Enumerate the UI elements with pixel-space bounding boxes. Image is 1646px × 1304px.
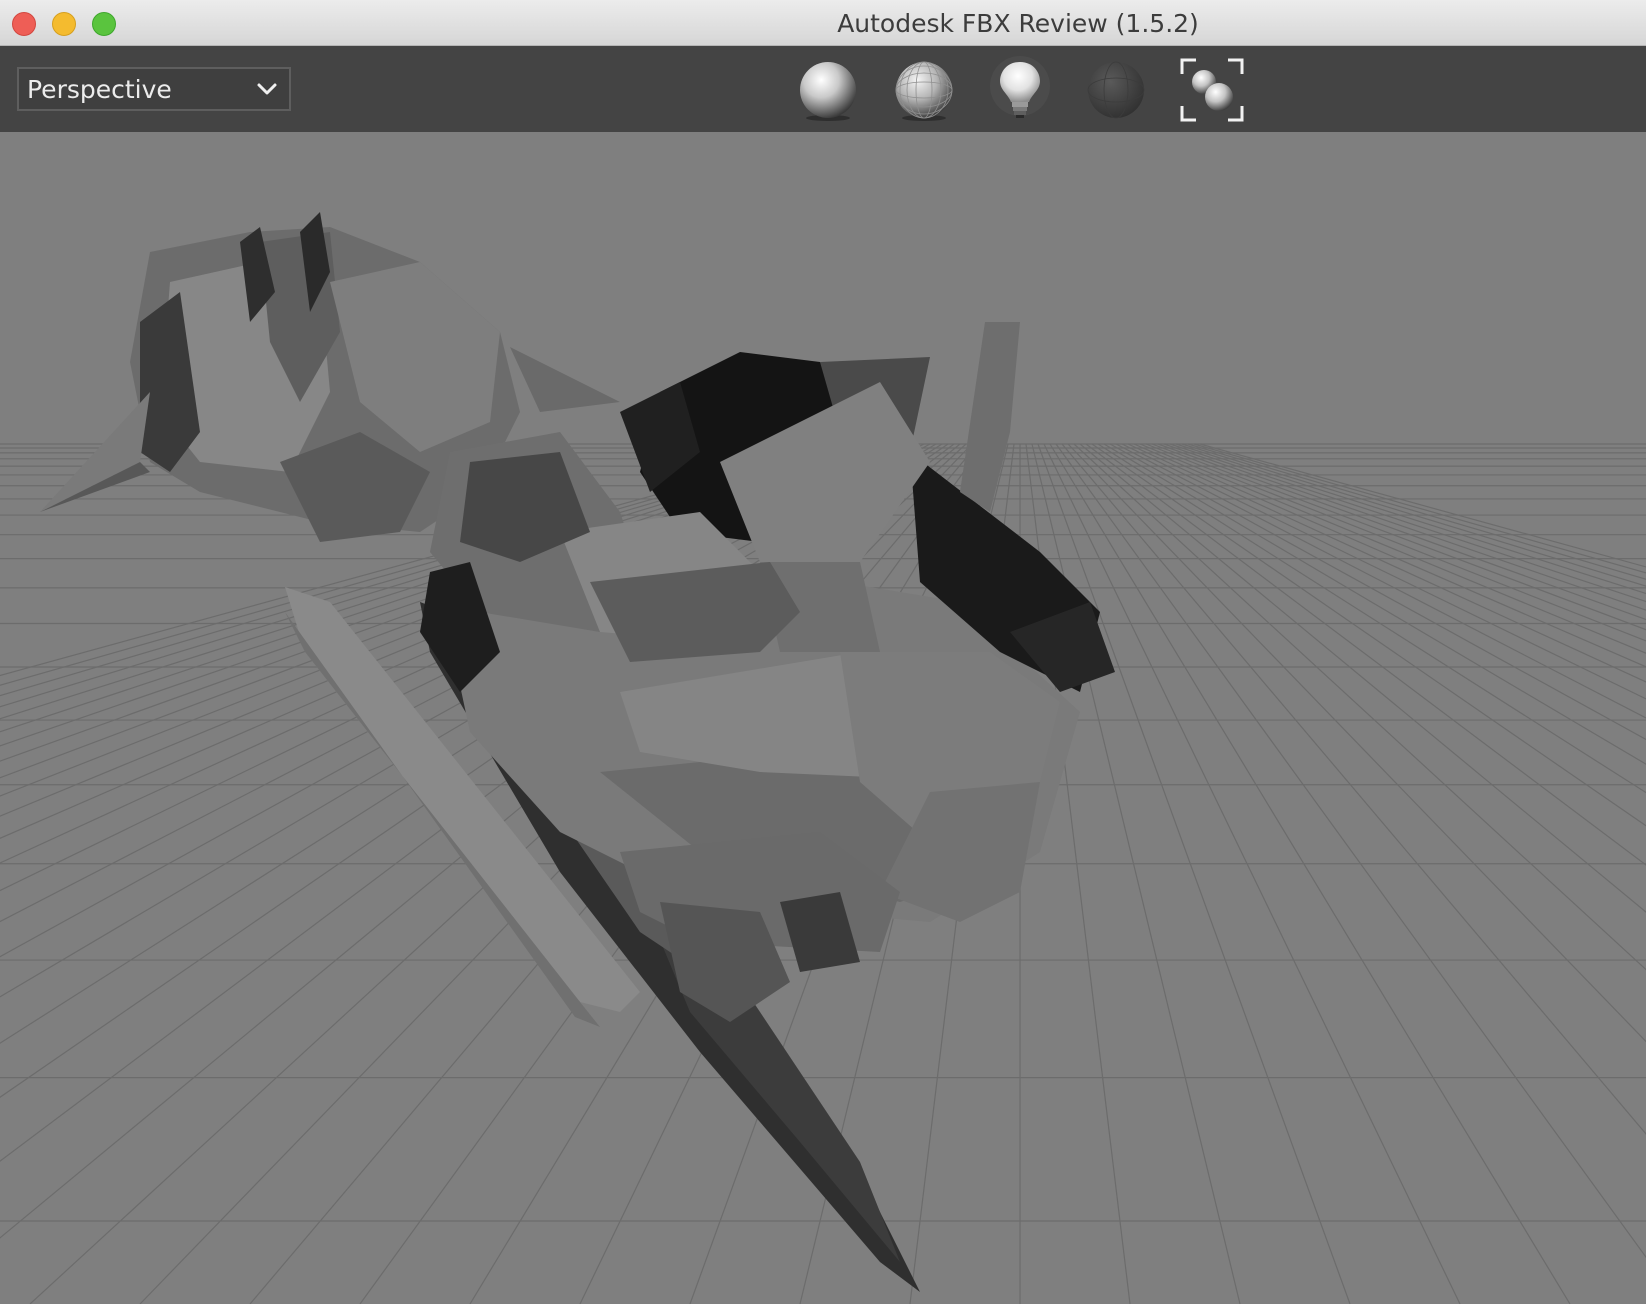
grid-line (1115, 443, 1646, 719)
wireframe-sphere-icon (895, 61, 953, 121)
grid-line (1091, 443, 1646, 827)
grid-line (1145, 443, 1646, 642)
dark-sphere-icon (1087, 61, 1145, 119)
grid-line (1175, 443, 1646, 595)
grid-line (1043, 443, 1461, 1304)
grid-line (1031, 443, 1241, 1304)
window-title: Autodesk FBX Review (1.5.2) (837, 9, 1199, 38)
shaded-mode-button[interactable] (794, 56, 862, 124)
frame-all-button[interactable] (1178, 56, 1246, 124)
lightbulb-icon (990, 56, 1050, 118)
camera-select-value: Perspective (27, 75, 172, 104)
grid-line (1151, 443, 1646, 631)
grid-line (1133, 443, 1646, 668)
camera-select[interactable]: Perspective (17, 67, 291, 111)
viewport-scene (0, 212, 1646, 1304)
frame-all-icon (1180, 58, 1244, 122)
grid-line (1109, 443, 1646, 741)
model-mesh (40, 212, 1115, 1292)
toolbar: Perspective (0, 46, 1646, 132)
lighting-button[interactable] (986, 56, 1054, 124)
dark-sphere-button[interactable] (1082, 56, 1150, 124)
title-bar: Autodesk FBX Review (1.5.2) (0, 0, 1646, 46)
3d-viewport[interactable] (0, 132, 1646, 1304)
grid-line (1097, 443, 1646, 794)
shaded-sphere-icon (800, 62, 856, 121)
wireframe-shaded-mode-button[interactable] (890, 56, 958, 124)
grid-line (1139, 443, 1646, 654)
grid-line (1157, 443, 1646, 621)
grid-line (1121, 443, 1646, 700)
grid-line (1103, 443, 1646, 765)
grid-line (1199, 443, 1646, 568)
grid-line (1193, 443, 1646, 574)
fbx-review-window: Autodesk FBX Review (1.5.2) Perspective (0, 0, 1646, 1304)
grid-line (1055, 443, 1646, 1259)
grid-line (1037, 443, 1351, 1304)
grid-line (1049, 443, 1571, 1304)
chevron-down-icon (257, 83, 277, 95)
